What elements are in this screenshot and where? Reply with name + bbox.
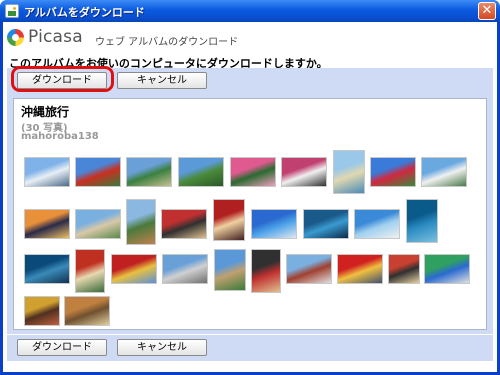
photo-thumbnail-palm-trees-field (178, 157, 224, 187)
window-title: アルバムをダウンロード (24, 6, 145, 19)
photo-thumbnail-beach-shoreline (333, 150, 365, 194)
photo-thumbnail-red-dancers (337, 254, 383, 284)
album-content: 沖縄旅行 (30 写真) mahoroba138 (13, 98, 487, 330)
photo-thumbnail-glassware (424, 254, 470, 284)
photo-thumbnail-dolphin-show (354, 209, 400, 239)
download-dialog: アルバムをダウンロード ✕ Picasa ウェブ アルバムのダウンロード このア… (0, 0, 500, 375)
photo-thumbnail-drums-red (213, 199, 245, 241)
picasa-logo-text: Picasa (28, 27, 83, 47)
bottom-button-bar: ダウンロード キャンセル (7, 335, 493, 361)
album-image-icon (5, 4, 19, 18)
close-button[interactable]: ✕ (478, 2, 496, 20)
photo-thumbnail-festival-people (161, 209, 207, 239)
photo-thumbnail-church-tower (75, 209, 121, 239)
photo-thumbnail-hibiscus-blue-sky (370, 157, 416, 187)
photo-thumbnail-aquarium-tank (303, 209, 349, 239)
photo-thumbnail-shisa-figure (64, 296, 110, 326)
title-bar[interactable]: アルバムをダウンロード ✕ (0, 0, 500, 22)
photo-thumbnail-tropical-garden (126, 157, 172, 187)
photo-thumbnail-blue-ocean (251, 209, 297, 239)
download-button-highlight (11, 66, 114, 92)
photo-thumbnail-gazebo-trees (126, 199, 156, 245)
album-title: 沖縄旅行 (21, 105, 70, 119)
photo-thumbnail-aquarium-fish (406, 199, 438, 243)
photo-thumbnail-butterfly (281, 157, 327, 187)
dialog-body: Picasa ウェブ アルバムのダウンロード このアルバムをお使いのコンピュータ… (3, 22, 497, 372)
cancel-button[interactable]: キャンセル (117, 72, 207, 89)
photo-thumbnail-tall-hotel (162, 254, 208, 284)
download-button-bottom[interactable]: ダウンロード (17, 339, 107, 356)
photo-thumbnail-sunset-coast (24, 209, 70, 239)
album-owner: mahoroba138 (21, 131, 99, 142)
photo-thumbnail-shrine-roof (286, 254, 332, 284)
photo-thumbnail-dancers (251, 249, 281, 293)
picasa-logo-icon (7, 29, 24, 46)
photo-thumbnail-resort-pool (214, 249, 246, 291)
album-panel: 沖縄旅行 (30 写真) mahoroba138 (7, 94, 493, 334)
photo-thumbnail-airplane-wing (24, 157, 70, 187)
photo-thumbnail-red-flowers-sky (75, 157, 121, 187)
photo-thumbnail-colorful-goods (24, 296, 60, 326)
photo-thumbnail-pink-flowers (230, 157, 276, 187)
photo-thumbnail-white-building (421, 157, 467, 187)
top-button-bar: ダウンロード キャンセル (7, 66, 493, 94)
photo-thumbnail-shark-tank (24, 254, 70, 284)
photo-thumbnail-costume-crowd (388, 254, 420, 284)
picasa-header: Picasa ウェブ アルバムのダウンロード (7, 27, 487, 49)
photo-thumbnail-shuri-castle (111, 254, 157, 284)
cancel-button-bottom[interactable]: キャンセル (117, 339, 207, 356)
header-subtitle: ウェブ アルバムのダウンロード (95, 37, 239, 48)
photo-thumbnail-red-gate (75, 249, 105, 293)
